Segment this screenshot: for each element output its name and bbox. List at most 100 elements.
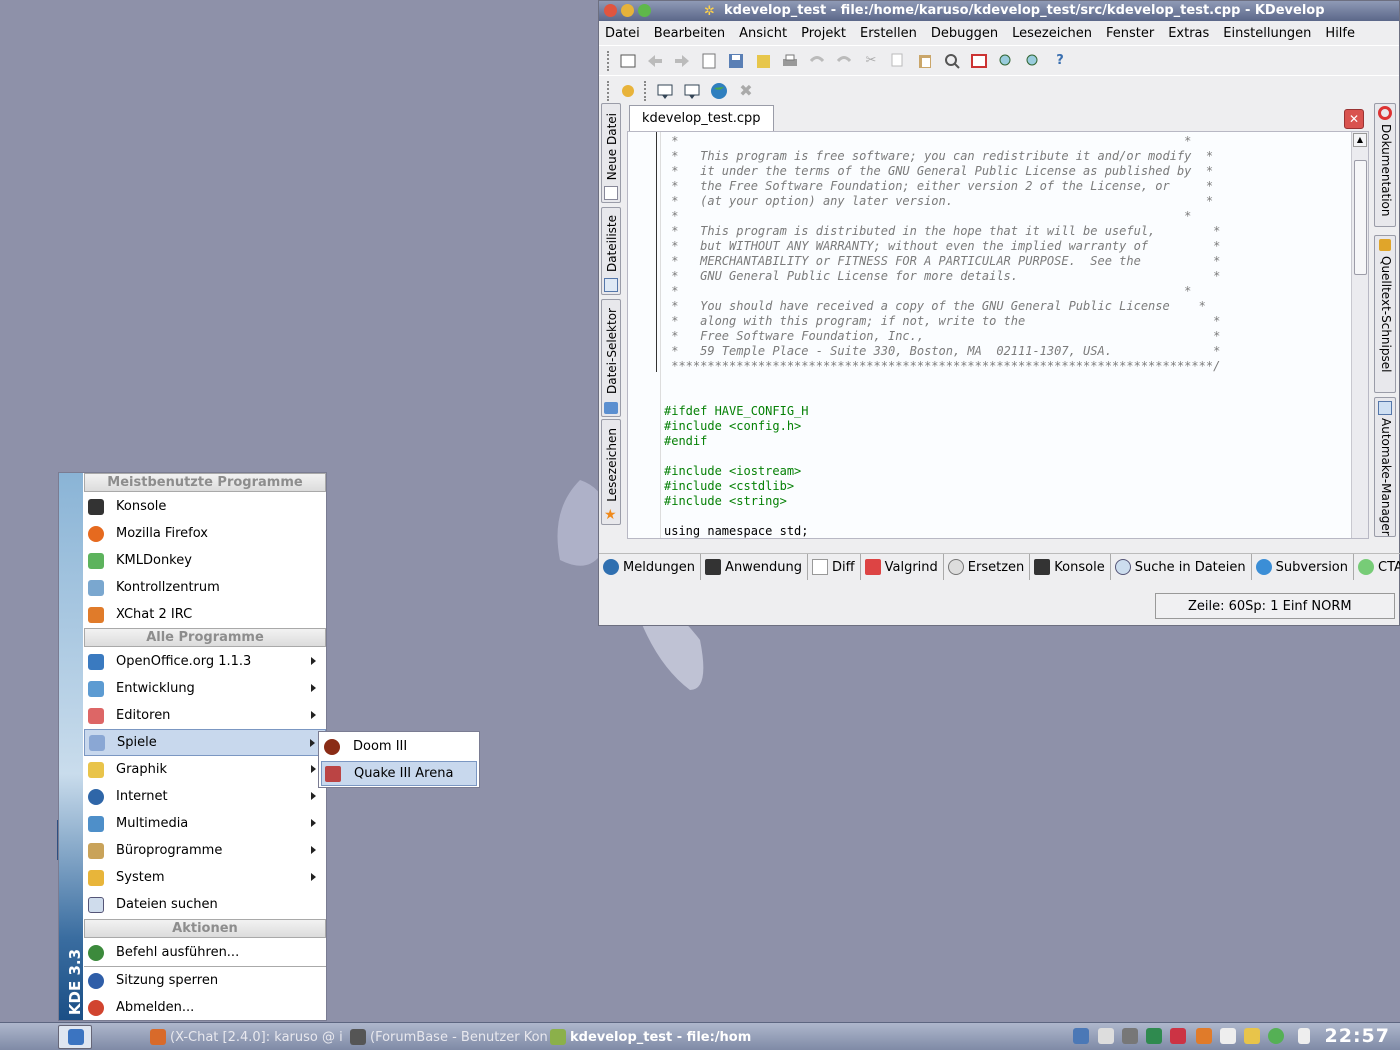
kwallet-tray-icon[interactable] <box>1244 1028 1260 1044</box>
menu-item-openoffice[interactable]: OpenOffice.org 1.1.3 <box>84 648 326 675</box>
redo-icon[interactable] <box>833 50 855 72</box>
tab-lesezeichen[interactable]: ★ Lesezeichen <box>601 419 621 525</box>
scrollbar-thumb[interactable] <box>1354 160 1367 275</box>
build-project-icon[interactable] <box>617 80 639 102</box>
tab-automake-manager-label: Automake-Manager <box>1379 418 1393 536</box>
network-tray-icon[interactable] <box>1073 1028 1089 1044</box>
scroll-up-icon[interactable]: ▲ <box>1353 133 1367 147</box>
task-xchat[interactable]: (X-Chat [2.4.0]: karuso @ i <box>150 1027 343 1047</box>
menu-item-bueroprogramme[interactable]: Büroprogramme <box>84 837 326 864</box>
copy-icon[interactable] <box>887 50 909 72</box>
new-file-icon[interactable] <box>698 50 720 72</box>
tab-anwendung[interactable]: Anwendung <box>701 554 809 580</box>
save-all-icon[interactable] <box>752 50 774 72</box>
tab-diff[interactable]: Diff <box>808 554 861 580</box>
menu-item-kontrollzentrum[interactable]: Kontrollzentrum <box>84 574 326 601</box>
menu-item-konsole[interactable]: Konsole <box>84 493 326 520</box>
back-icon[interactable] <box>644 50 666 72</box>
battery-tray-icon[interactable] <box>1298 1028 1310 1044</box>
task-forumbase[interactable]: (ForumBase - Benutzer Kon <box>350 1027 548 1047</box>
menu-item-system[interactable]: System <box>84 864 326 891</box>
volume-tray-icon[interactable] <box>1098 1028 1114 1044</box>
close-tab-icon[interactable]: ✕ <box>1344 109 1364 129</box>
whats-this-icon[interactable]: ? <box>1049 50 1071 72</box>
cut-icon[interactable]: ✂ <box>860 50 882 72</box>
tab-suche-in-dateien[interactable]: Suche in Dateien <box>1111 554 1252 580</box>
paste-icon[interactable] <box>914 50 936 72</box>
submenu-item-quake3[interactable]: Quake III Arena <box>321 761 477 786</box>
menu-item-befehl-ausfuehren[interactable]: Befehl ausführen... <box>84 939 326 966</box>
close-window-icon[interactable] <box>604 4 617 17</box>
zoom-out-icon[interactable] <box>1022 50 1044 72</box>
tab-ctags[interactable]: CTAGS <box>1354 554 1400 580</box>
code-editor[interactable]: * * * This program is free software; you… <box>627 131 1369 539</box>
open-project-icon[interactable] <box>617 50 639 72</box>
tab-quelltext-schnipsel[interactable]: Quelltext-Schnipsel <box>1374 235 1396 393</box>
toolbar-grip[interactable] <box>607 50 611 71</box>
menu-item-editoren[interactable]: Editoren <box>84 702 326 729</box>
tab-ersetzen[interactable]: Ersetzen <box>944 554 1031 580</box>
menu-debuggen[interactable]: Debuggen <box>931 26 998 41</box>
menu-item-spiele[interactable]: Spiele <box>84 729 326 756</box>
task-kdevelop[interactable]: kdevelop_test - file:/hom <box>550 1027 751 1047</box>
tab-valgrind[interactable]: Valgrind <box>861 554 944 580</box>
zoom-in-icon[interactable] <box>995 50 1017 72</box>
execute-icon[interactable] <box>681 80 703 102</box>
menu-item-dateien-suchen[interactable]: Dateien suchen <box>84 891 326 918</box>
klipper-tray-icon[interactable] <box>1220 1028 1236 1044</box>
menu-hilfe[interactable]: Hilfe <box>1325 26 1355 41</box>
maximize-window-icon[interactable] <box>638 4 651 17</box>
menu-item-kmldonkey[interactable]: KMLDonkey <box>84 547 326 574</box>
fullscreen-icon[interactable] <box>968 50 990 72</box>
diff-document-icon <box>812 559 829 575</box>
menu-fenster[interactable]: Fenster <box>1106 26 1154 41</box>
save-icon[interactable] <box>725 50 747 72</box>
editor-scrollbar[interactable]: ▲ <box>1351 132 1368 538</box>
globe-icon[interactable] <box>708 80 730 102</box>
menu-item-entwicklung[interactable]: Entwicklung <box>84 675 326 702</box>
window-titlebar[interactable]: ✲ kdevelop_test - file:/home/karuso/kdev… <box>599 1 1399 21</box>
menu-extras[interactable]: Extras <box>1168 26 1209 41</box>
kmenu-button[interactable] <box>58 1025 92 1049</box>
tab-subversion[interactable]: Subversion <box>1252 554 1354 580</box>
knemo-tray-icon[interactable] <box>1146 1028 1162 1044</box>
menu-item-xchat[interactable]: XChat 2 IRC <box>84 601 326 628</box>
menu-erstellen[interactable]: Erstellen <box>860 26 917 41</box>
menu-lesezeichen[interactable]: Lesezeichen <box>1012 26 1092 41</box>
korganizer-tray-icon[interactable] <box>1170 1028 1186 1044</box>
submenu-item-doom3[interactable]: Doom III <box>321 734 477 759</box>
run-icon[interactable] <box>654 80 676 102</box>
menu-item-sitzung-sperren[interactable]: Sitzung sperren <box>84 967 326 994</box>
editor-tab-kdevelop-test[interactable]: kdevelop_test.cpp <box>629 105 774 131</box>
menu-item-graphik[interactable]: Graphik <box>84 756 326 783</box>
print-icon[interactable] <box>779 50 801 72</box>
firefox-tray-icon[interactable] <box>1196 1028 1212 1044</box>
menu-item-abmelden[interactable]: Abmelden... <box>84 994 326 1021</box>
toolbar-grip-2[interactable] <box>607 80 611 101</box>
undo-icon[interactable] <box>806 50 828 72</box>
clock[interactable]: 22:57 <box>1325 1025 1390 1047</box>
menu-item-multimedia[interactable]: Multimedia <box>84 810 326 837</box>
tab-meldungen[interactable]: Meldungen <box>599 554 702 580</box>
menu-projekt[interactable]: Projekt <box>801 26 846 41</box>
menu-item-firefox[interactable]: Mozilla Firefox <box>84 520 326 547</box>
tab-konsole[interactable]: Konsole <box>1030 554 1111 580</box>
tab-datei-selektor[interactable]: Datei-Selektor <box>601 299 621 417</box>
kmldonkey-tray-icon[interactable] <box>1122 1028 1138 1044</box>
minimize-window-icon[interactable] <box>621 4 634 17</box>
code-text[interactable]: * * * This program is free software; you… <box>664 134 1220 538</box>
forward-icon[interactable] <box>671 50 693 72</box>
tab-dateiliste[interactable]: Dateiliste <box>601 207 621 295</box>
tab-automake-manager[interactable]: Automake-Manager <box>1374 397 1396 537</box>
tab-neue-datei[interactable]: Neue Datei <box>601 103 621 203</box>
stop-icon[interactable]: ✖ <box>735 80 757 102</box>
menu-item-internet[interactable]: Internet <box>84 783 326 810</box>
toolbar-grip-3[interactable] <box>644 80 648 101</box>
menu-einstellungen[interactable]: Einstellungen <box>1223 26 1311 41</box>
update-tray-icon[interactable] <box>1268 1028 1284 1044</box>
tab-dokumentation[interactable]: Dokumentation <box>1374 103 1396 227</box>
menu-ansicht[interactable]: Ansicht <box>739 26 787 41</box>
find-icon[interactable] <box>941 50 963 72</box>
menu-bearbeiten[interactable]: Bearbeiten <box>654 26 725 41</box>
menu-datei[interactable]: Datei <box>605 26 640 41</box>
